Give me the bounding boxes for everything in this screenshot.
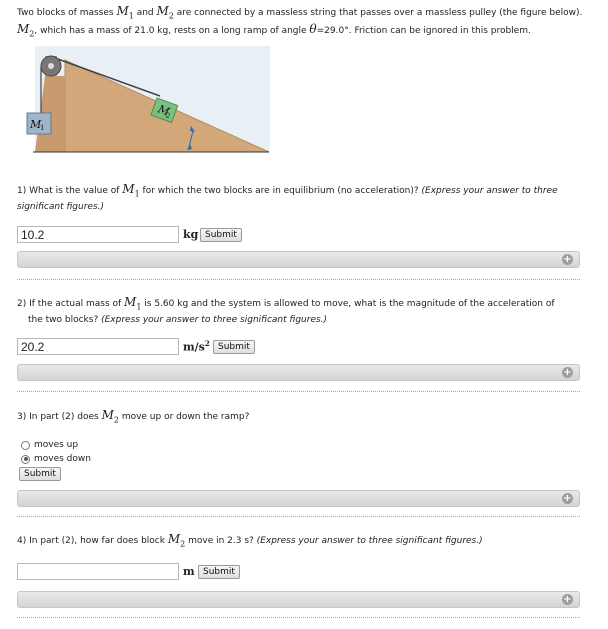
plus-circle-icon[interactable]: + xyxy=(562,254,573,265)
answer-input-4[interactable] xyxy=(17,563,179,580)
plus-circle-icon[interactable]: + xyxy=(562,594,573,605)
radio-moves-down[interactable] xyxy=(21,454,30,464)
expand-bar-4[interactable]: + xyxy=(17,591,580,608)
radio-moves-up[interactable] xyxy=(21,440,30,450)
var-m2: M2 xyxy=(156,4,174,21)
plus-circle-icon[interactable]: + xyxy=(562,493,573,504)
divider xyxy=(17,516,580,517)
submit-button-2[interactable]: Submit xyxy=(213,340,255,354)
pulley-hub xyxy=(48,63,54,69)
svg-text:1: 1 xyxy=(40,124,44,132)
divider xyxy=(17,279,580,280)
expand-bar-3[interactable]: + xyxy=(17,490,580,507)
submit-button-1[interactable]: Submit xyxy=(200,228,242,242)
unit-2: m/s2 xyxy=(183,339,210,354)
answer-input-1[interactable]: 10.2 xyxy=(17,226,179,243)
unit-1: kg xyxy=(183,228,199,241)
expand-bar-2[interactable]: + xyxy=(17,364,580,381)
submit-button-3[interactable]: Submit xyxy=(19,467,61,481)
option-moves-down[interactable]: moves down xyxy=(21,454,91,464)
divider xyxy=(17,617,580,618)
plus-circle-icon[interactable]: + xyxy=(562,367,573,378)
var-m2: M2 xyxy=(17,21,35,39)
question-3: 3) In part (2) does M2 move up or down t… xyxy=(17,408,250,425)
answer-input-2[interactable]: 20.2 xyxy=(17,338,179,355)
question-2: 2) If the actual mass of M1 is 5.60 kg a… xyxy=(17,295,555,325)
option-moves-up[interactable]: moves up xyxy=(21,440,78,450)
var-m1: M1 xyxy=(116,4,134,21)
problem-intro: Two blocks of masses M1 and M2 are conne… xyxy=(17,4,583,39)
submit-button-4[interactable]: Submit xyxy=(198,565,240,579)
ramp-pulley-figure: M 2 M 1 xyxy=(17,46,272,156)
expand-bar-1[interactable]: + xyxy=(17,251,580,268)
unit-4: m xyxy=(183,565,195,578)
divider xyxy=(17,391,580,392)
question-1: 1) What is the value of M1 for which the… xyxy=(17,182,558,212)
question-4: 4) In part (2), how far does block M2 mo… xyxy=(17,532,483,549)
